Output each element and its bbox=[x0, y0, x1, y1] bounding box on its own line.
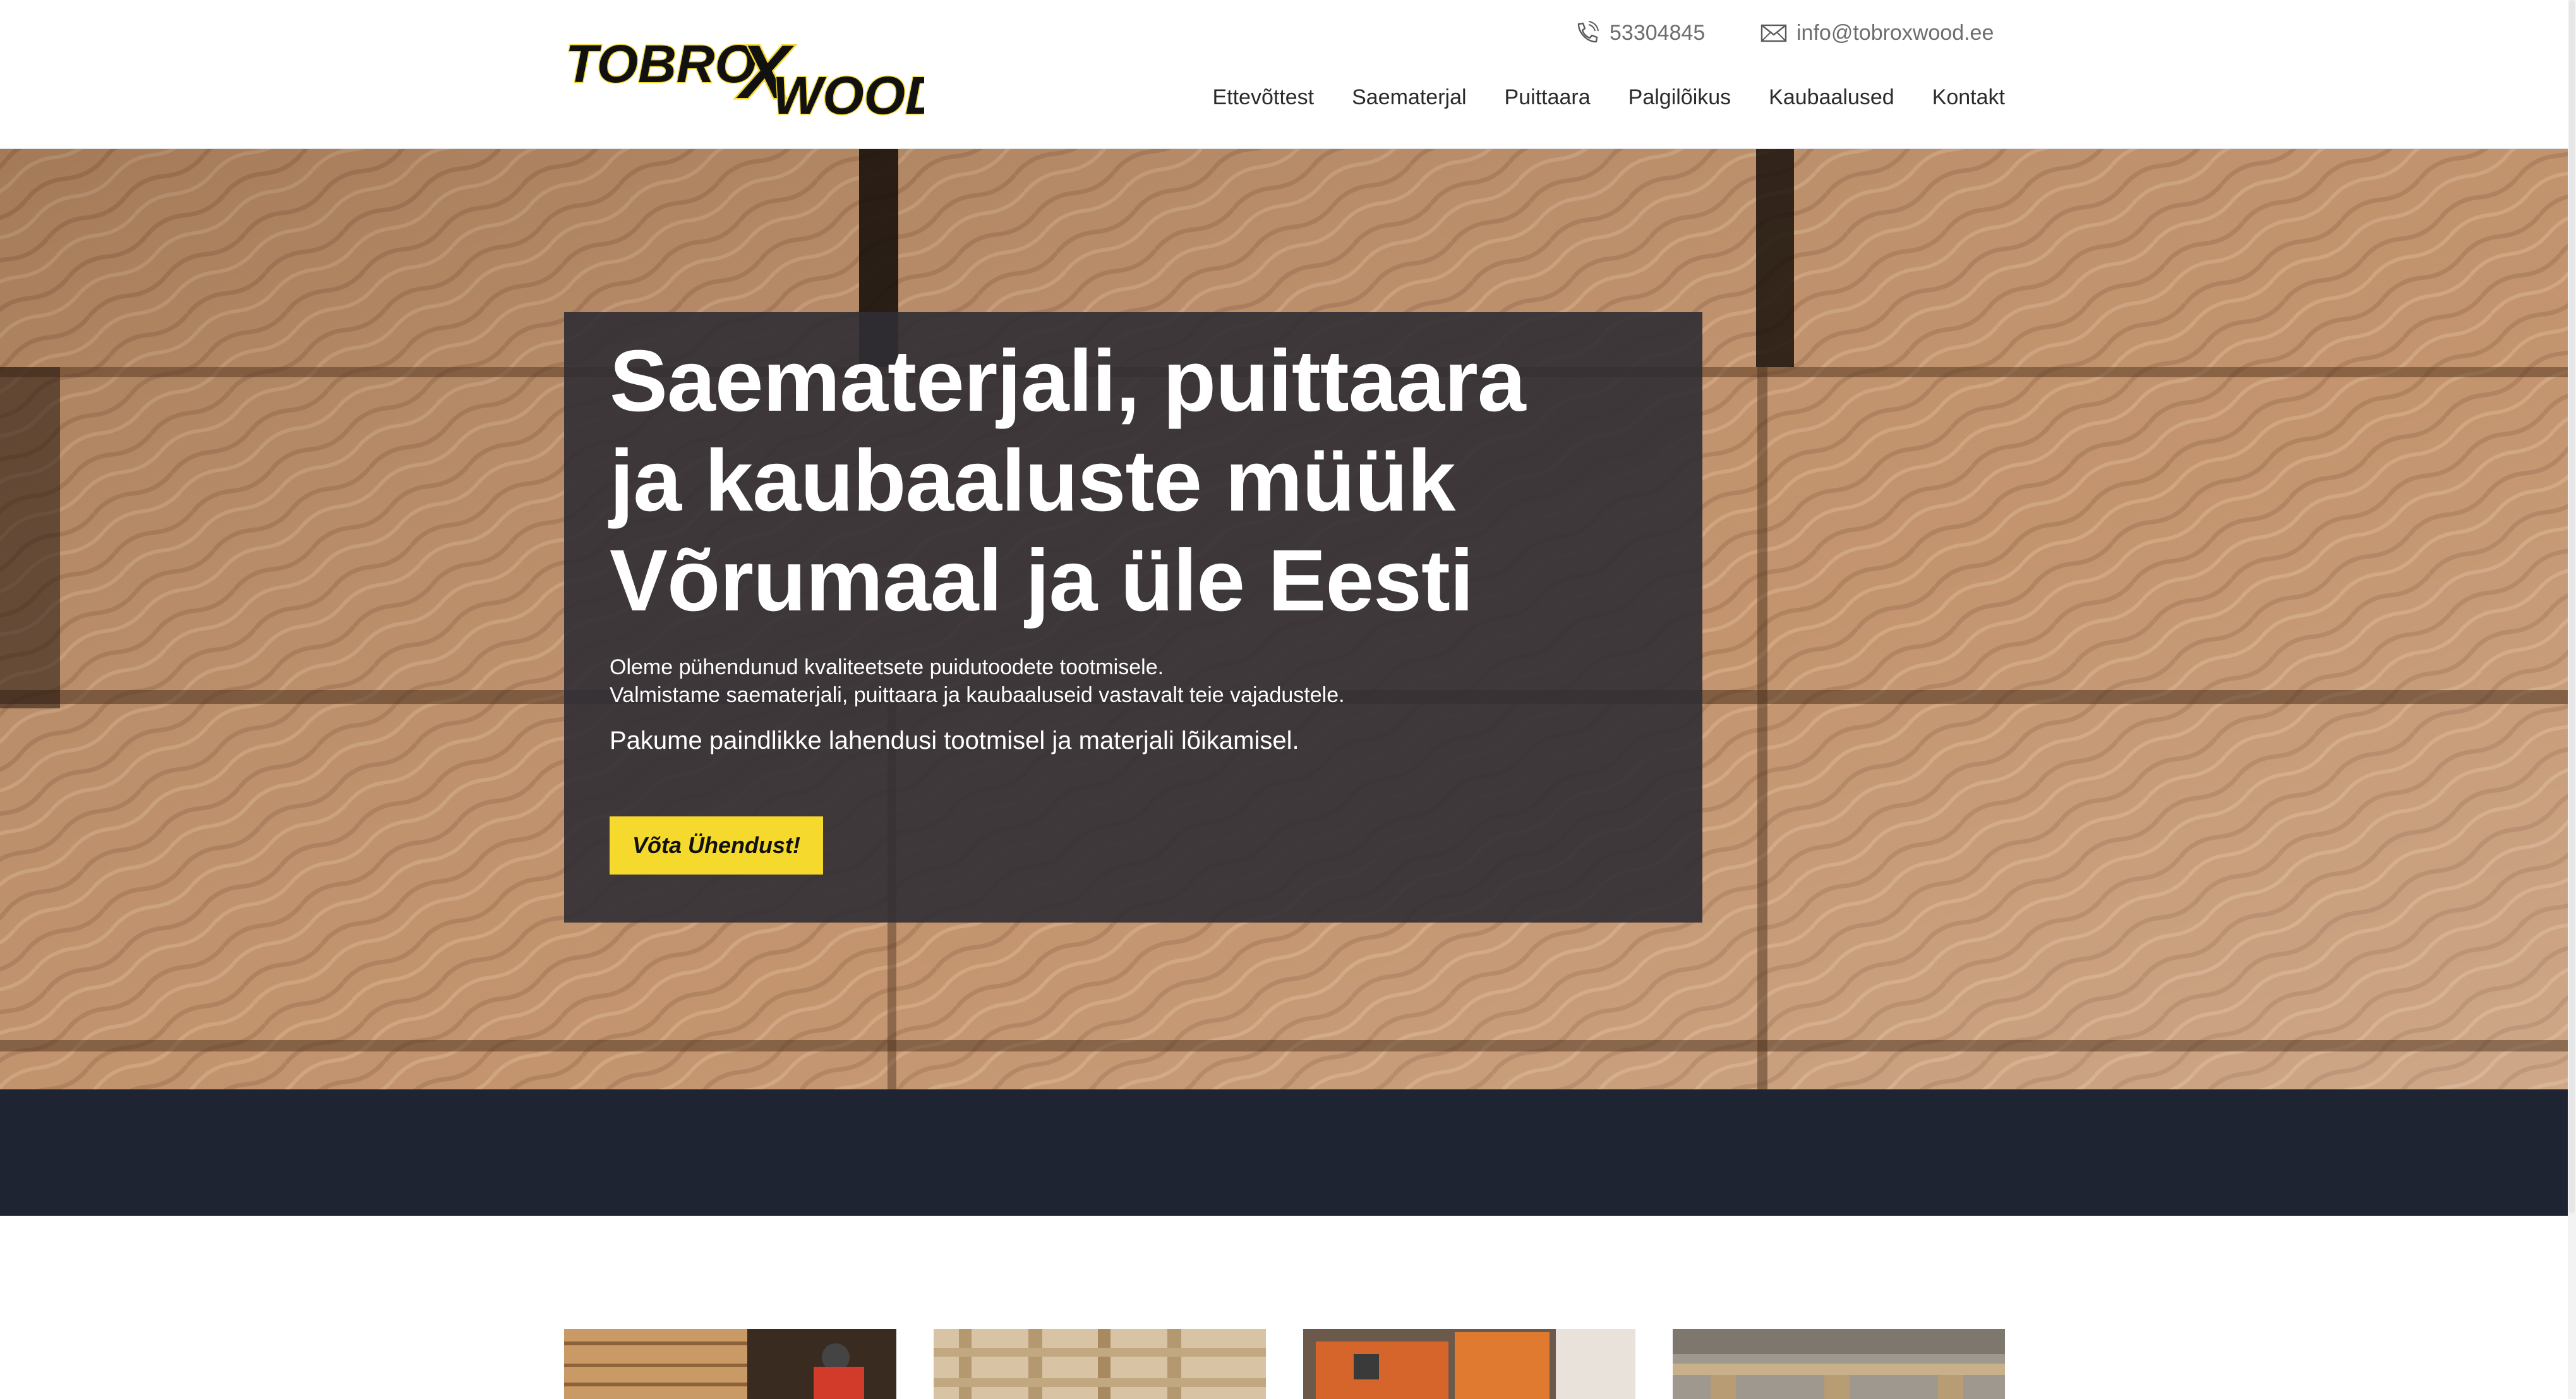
product-image-lumber bbox=[564, 1329, 896, 1399]
hero-section: Saematerjali, puittaara ja kaubaaluste m… bbox=[0, 149, 2568, 1089]
hero-title-line-1: Saematerjali, puittaara bbox=[610, 332, 1526, 430]
logo[interactable]: TOBRO X WOOD bbox=[564, 28, 925, 120]
logo-text-wood: WOOD bbox=[773, 66, 924, 120]
phone-number[interactable]: 53304845 bbox=[1610, 21, 1705, 45]
contact-cta-button[interactable]: Võta Ühendust! bbox=[610, 816, 823, 875]
hero-text-3: Pakume paindlikke lahendusi tootmisel ja… bbox=[610, 727, 1299, 754]
nav-item-kaubaalused[interactable]: Kaubaalused bbox=[1769, 85, 1894, 110]
envelope-icon bbox=[1760, 24, 1787, 42]
nav-item-saematerjal[interactable]: Saematerjal bbox=[1352, 85, 1466, 110]
product-image-crates bbox=[934, 1329, 1266, 1399]
phone-icon bbox=[1577, 21, 1599, 43]
hero-title-line-2: ja kaubaaluste müük bbox=[610, 432, 1455, 530]
hero-title-line-3: Võrumaal ja üle Eesti bbox=[610, 532, 1474, 629]
hero-title: Saematerjali, puittaara ja kaubaaluste m… bbox=[610, 331, 1683, 631]
hero-overlay-box: Saematerjali, puittaara ja kaubaaluste m… bbox=[564, 312, 1702, 923]
header-phone[interactable]: 53304845 bbox=[1573, 19, 1705, 47]
nav-item-ettevottest[interactable]: Ettevõttest bbox=[1212, 85, 1314, 110]
product-image-sawmill bbox=[1303, 1329, 1635, 1399]
hero-text-1: Oleme pühendunud kvaliteetsete puidutood… bbox=[610, 655, 1164, 679]
site-header: TOBRO X WOOD 53304845 info@tobroxwood.ee… bbox=[0, 0, 2568, 149]
product-image-pallets bbox=[1673, 1329, 2005, 1399]
email-address[interactable]: info@tobroxwood.ee bbox=[1797, 21, 1994, 45]
hero-text-2: Valmistame saematerjali, puittaara ja ka… bbox=[610, 683, 1345, 707]
nav-item-palgiloikus[interactable]: Palgilõikus bbox=[1628, 85, 1731, 110]
main-nav: Ettevõttest Saematerjal Puittaara Palgil… bbox=[1212, 85, 2005, 110]
product-card-puittaara[interactable] bbox=[934, 1329, 1266, 1399]
header-email[interactable]: info@tobroxwood.ee bbox=[1760, 19, 1994, 47]
product-card-kaubaalused[interactable] bbox=[1673, 1329, 2005, 1399]
nav-item-kontakt[interactable]: Kontakt bbox=[1932, 85, 2005, 110]
dark-band bbox=[0, 1089, 2568, 1216]
logo-text-tobro: TOBRO bbox=[565, 34, 756, 94]
product-card-saematerjal[interactable] bbox=[564, 1329, 896, 1399]
scrollbar-thumb[interactable] bbox=[2569, 0, 2575, 1213]
page-scrollbar[interactable] bbox=[2568, 0, 2576, 1399]
nav-item-puittaara[interactable]: Puittaara bbox=[1505, 85, 1591, 110]
product-card-palgiloikus[interactable] bbox=[1303, 1329, 1635, 1399]
